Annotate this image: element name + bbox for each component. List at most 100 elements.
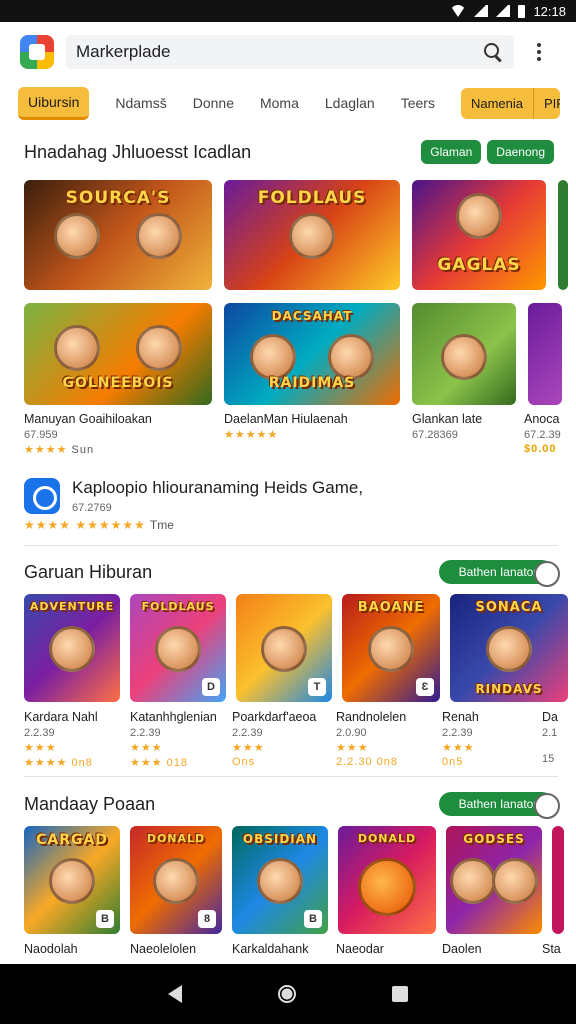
tab-1[interactable]: Ndamsš [115,89,166,117]
tab-group-button-1[interactable]: PIP [532,87,560,119]
featured-app-icon [24,478,60,514]
game-label: Naeodar [336,942,434,956]
game-meta: 2.2.39 [442,727,473,739]
game-row-bottom: GOLNEEBOIS DACSAHAT RAIDIMAS [24,303,562,405]
character-art [261,626,307,673]
section-title: Hnadahag Jhluoesst Icadlan [24,141,252,162]
recent-apps-icon[interactable] [392,986,408,1002]
game-card[interactable]: CARGAD B [24,826,120,934]
section-title: Garuan Hiburan [24,561,153,582]
game-art-title: DONALD [357,832,417,845]
rating-stars: ★★★★★ [224,429,279,441]
game-price: $0.00 [524,443,557,455]
character-art [441,333,487,380]
search-input[interactable]: Markerplade [66,35,514,69]
featured-game[interactable]: Kaploopio hliouranaming Heids Game, 67.2… [24,476,554,538]
divider [24,545,558,546]
game-art-title: GAGLAS [437,254,521,275]
battery-icon [518,4,526,18]
rating-stars: ★★★★ ★★★★★★ [24,518,146,532]
game-card[interactable]: DONALD [338,826,436,934]
game-card[interactable]: DACSAHAT RAIDIMAS [224,303,400,405]
character-art [327,333,374,380]
more-options-icon[interactable] [536,43,542,61]
section-entertainment: Garuan Hiburan Bathen Ianaton [0,558,576,587]
character-art [456,193,502,240]
home-icon[interactable] [278,985,296,1003]
game-art-title: CARGAD [36,832,108,848]
status-bar: 12:18 [0,0,576,22]
game-art-title: FOLDLAUS [257,188,367,208]
signal-icon-2 [496,5,511,17]
category-tabs: Uibursin Ndamsš Donne Moma Ldaglan Teers… [18,86,560,120]
game-extra: ★★★ 018 [130,757,188,769]
game-extra: 2.2.30 0n8 [336,756,398,768]
tab-5[interactable]: Teers [401,89,435,117]
game-card-partial[interactable] [558,180,568,290]
game-badge: T [308,678,326,696]
game-card[interactable]: GODSES [446,826,542,934]
tab-4[interactable]: Ldaglan [325,89,375,117]
game-card[interactable]: ADVENTURE [24,594,120,702]
game-card[interactable] [412,303,516,405]
game-label: Randnolelen 2.0.90 ★★★ 2.2.30 0n8 [336,710,434,768]
game-title: Daolen [442,942,482,956]
game-card[interactable]: T [236,594,332,702]
game-art-title: OBSIDIAN [242,832,318,846]
game-card[interactable]: SONACA RINDAVS [450,594,568,702]
tab-3[interactable]: Moma [260,89,299,117]
character-art [53,213,100,259]
game-art-title: BAOANE [357,600,425,615]
game-card[interactable]: OBSIDIAN B [232,826,328,934]
game-extra: ★★★★ 0n8 [24,757,93,769]
character-art [492,858,539,905]
game-label: Manuyan Goaihiloakan 67.959 ★★★★ Sun [24,412,214,456]
game-title: Manuyan Goaihiloakan [24,412,152,426]
game-label: Glankan late 67.28369 [412,412,516,441]
game-card[interactable]: BAOANE Ɛ [342,594,440,702]
game-card[interactable]: FOLDLAUS D [130,594,226,702]
game-badge: D [202,678,220,696]
game-card[interactable]: DONALD 8 [130,826,222,934]
game-title: Naeolelolen [130,942,197,956]
game-meta: 2.1 [542,727,558,739]
game-label: Sta [542,942,572,956]
game-art-title: GODSES [463,832,525,846]
game-art-title: FOLDLAUS [141,600,215,613]
character-art [250,333,297,380]
game-meta: 67.959 [24,429,58,441]
status-time: 12:18 [533,3,566,19]
rating-stars: ★★★★ [24,444,68,456]
game-card[interactable]: FOLDLAUS [224,180,400,290]
game-label: Karkaldahank [232,942,328,956]
game-badge: B [304,910,322,928]
featured-extra: Tme [149,518,174,532]
game-badge: B [96,910,114,928]
game-card[interactable]: GAGLAS [412,180,546,290]
game-meta: 2.2.39 [130,727,161,739]
filter-chip-0[interactable]: Glaman [421,140,482,164]
game-art-title: SOURCA'S [65,188,171,208]
character-art [368,626,414,673]
tab-group-button-0[interactable]: Namenia [460,87,533,119]
search-icon[interactable] [482,41,504,63]
toggle-chip[interactable]: Bathen Ianaton [438,792,561,819]
rating-stars: ★★★ [24,742,57,754]
filter-chip-1[interactable]: Daenong [487,140,554,164]
game-title: Poarkdarf'aeoa [232,710,317,724]
game-art-title: SONACA [475,600,543,615]
game-card-partial[interactable] [528,303,562,405]
character-art [449,858,496,905]
game-card-partial[interactable] [552,826,564,934]
tab-2[interactable]: Donne [193,89,234,117]
game-card[interactable]: SOURCA'S [24,180,212,290]
character-art [155,626,201,673]
game-extra: 0n5 [442,756,464,768]
game-label: Daolen [442,942,538,956]
game-art-subtitle: RINDAVS [475,682,543,696]
back-icon[interactable] [168,985,182,1003]
tab-0[interactable]: Uibursin [18,86,90,120]
toggle-chip[interactable]: Bathen Ianaton [438,560,561,587]
character-art [153,858,199,905]
game-card[interactable]: GOLNEEBOIS [24,303,212,405]
